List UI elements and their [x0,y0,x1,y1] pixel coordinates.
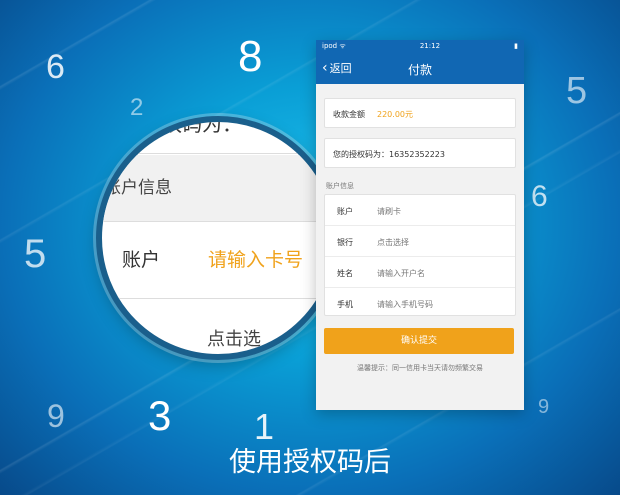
phone-screen: ipod ᯤ 21:12 ▮ ‹ 返回 付款 收款金额 220.00元 您的授权… [316,40,524,410]
amount-value: 220.00元 [377,110,413,119]
auth-code-card: 您的授权码为：16352352223 [324,138,516,168]
magnifier-zoom: 权码为： 账户信息 账户 请输入卡号 点击选 [96,116,340,360]
caption: 使用授权码后 [229,447,391,478]
form-row-name[interactable]: 姓名 请输入开户名 [325,257,515,288]
field-label: 手机 [337,300,353,309]
magnified-account-label: 账户 [122,249,161,271]
magnified-auth-code-partial: 权码为： [102,122,334,154]
field-label: 账户 [337,207,353,216]
magnified-section-label: 账户信息 [102,155,334,222]
bg-number: 3 [148,392,172,439]
clock-text: 21:12 [419,42,441,50]
battery-icon: ▮ [514,42,518,50]
name-input[interactable]: 请输入开户名 [377,268,425,279]
section-label: 账户信息 [326,182,354,190]
bg-number: 5 [566,70,588,112]
field-label: 银行 [337,238,353,247]
carrier-text: ipod ᯤ [322,41,346,50]
magnified-account-row: 账户 请输入卡号 [102,222,334,299]
status-bar: ipod ᯤ 21:12 ▮ [316,40,524,52]
form-row-bank[interactable]: 银行 点击选择 [325,226,515,257]
tip-text: 温馨提示：同一信用卡当天请勿频繁交易 [357,364,483,372]
form-row-phone[interactable]: 手机 请输入手机号码 [325,288,515,318]
submit-button[interactable]: 确认提交 [324,328,514,354]
bg-number: 5 [24,232,47,276]
nav-bar: ‹ 返回 付款 [316,52,524,84]
bg-number: 6 [531,180,548,213]
promo-banner: 6 2 8 5 5 6 9 3 1 9 权码为： 账户信息 账户 请输入卡号 点… [0,0,620,495]
amount-card: 收款金额 220.00元 [324,98,516,128]
bg-number: 2 [130,94,144,121]
magnified-bank-partial: 点击选 [207,329,261,350]
amount-label: 收款金额 [333,110,365,119]
bank-select[interactable]: 点击选择 [377,237,409,248]
auth-code-text: 您的授权码为：16352352223 [333,150,445,159]
page-title: 付款 [407,63,432,77]
bg-number: 9 [538,396,550,418]
account-input[interactable]: 请刷卡 [377,206,401,217]
bg-number: 6 [46,48,65,86]
bg-number: 9 [47,398,65,434]
phone-input[interactable]: 请输入手机号码 [377,299,433,310]
bg-number: 8 [238,32,263,81]
magnified-account-placeholder: 请输入卡号 [208,249,304,271]
form-row-account[interactable]: 账户 请刷卡 [325,195,515,226]
account-form: 账户 请刷卡 银行 点击选择 姓名 请输入开户名 手机 请输入手机号码 [324,194,516,316]
field-label: 姓名 [337,269,353,278]
